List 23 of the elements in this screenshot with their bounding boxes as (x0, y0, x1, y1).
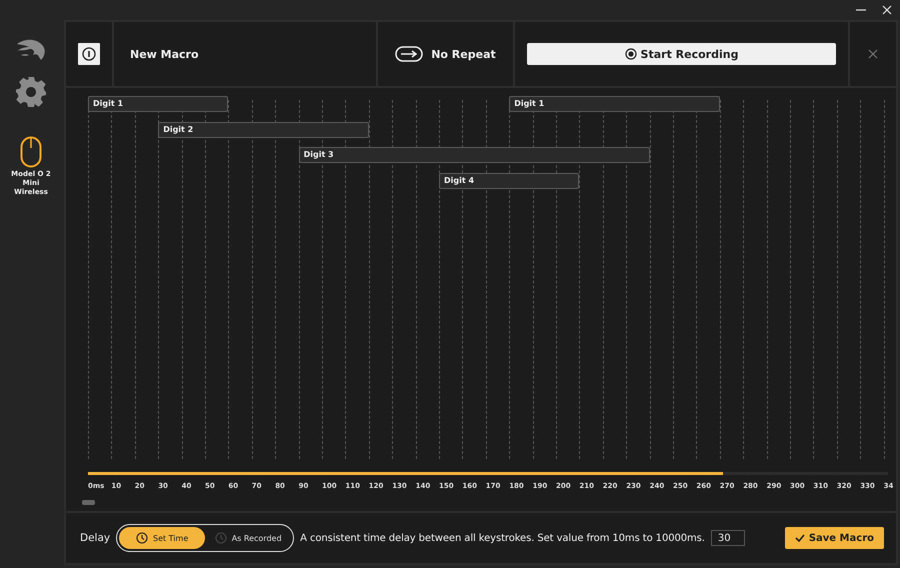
clock-icon (214, 532, 227, 544)
delay-input[interactable]: 30 (710, 530, 745, 546)
mouse-icon (20, 136, 42, 168)
save-macro-button[interactable]: Save Macro (784, 527, 884, 549)
keystroke-bar[interactable]: Digit 2 (158, 122, 369, 138)
keystroke-bar[interactable]: Digit 1 (509, 96, 720, 112)
delay-option[interactable]: Set Time (119, 527, 206, 549)
checkmark-icon (794, 534, 805, 542)
info-icon[interactable] (78, 43, 100, 65)
macro-name[interactable]: New Macro (130, 48, 199, 60)
hair-logo-icon[interactable] (15, 38, 47, 62)
keystroke-bar[interactable]: Digit 4 (439, 172, 580, 189)
settings-icon[interactable] (15, 76, 47, 108)
repeat-toggle[interactable]: No Repeat (378, 22, 515, 86)
delay-option[interactable]: As Recorded (205, 527, 292, 549)
clock-icon (136, 532, 148, 544)
record-icon (624, 48, 637, 60)
keystroke-bar[interactable]: Digit 3 (298, 147, 650, 164)
delay-description: A consistent time delay between all keystrokes. Set value from 10ms to 10000ms. (300, 532, 705, 544)
start-recording-button[interactable]: Start Recording (527, 43, 836, 65)
keystroke-bar[interactable]: Digit 1 (88, 96, 228, 112)
delay-label: Delay (80, 532, 110, 544)
scrollbar-thumb[interactable] (82, 500, 95, 505)
